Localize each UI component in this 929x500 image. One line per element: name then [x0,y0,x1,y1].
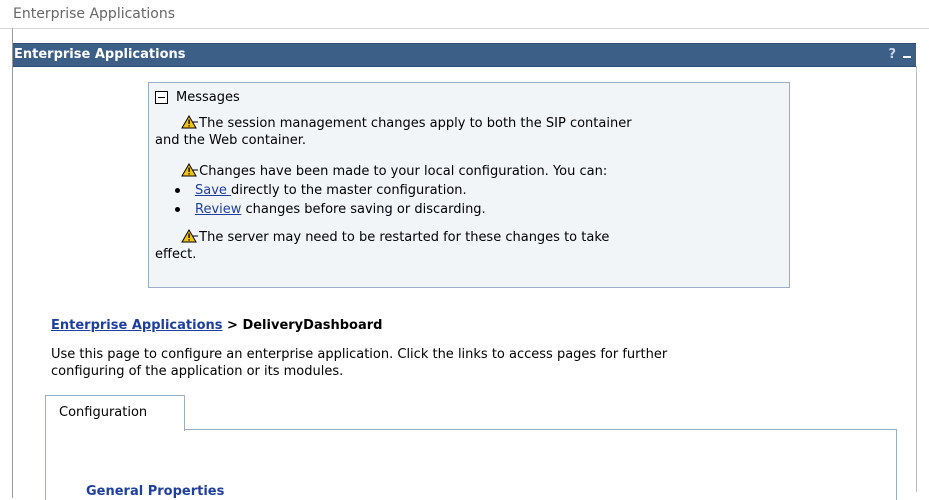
breadcrumb-link-enterprise-applications[interactable]: Enterprise Applications [51,318,223,333]
message-2-text: Changes have been made to your local con… [199,164,608,179]
message-2-options: Save directly to the master configuratio… [171,181,486,219]
list-item: Review changes before saving or discardi… [171,200,486,219]
list-item: Save directly to the master configuratio… [171,181,486,200]
portlet-title: Enterprise Applications [14,47,186,62]
breadcrumb-current: DeliveryDashboard [242,318,383,333]
message-3-line1: The server may need to be restarted for … [199,230,610,245]
page-description: Use this page to configure an enterprise… [51,346,901,380]
messages-header[interactable]: Messages [155,89,240,105]
review-link-description: changes before saving or discarding. [241,202,486,217]
help-icon[interactable]: ? [888,47,896,62]
top-title-bar: Enterprise Applications [0,0,929,29]
minimize-icon[interactable] [900,47,913,63]
top-title: Enterprise Applications [13,6,175,22]
messages-label: Messages [176,89,240,105]
collapse-icon[interactable] [155,90,168,104]
message-1-line2: and the Web container. [155,133,307,148]
message-1: The session management changes apply to … [155,115,775,149]
tab-configuration[interactable]: Configuration [45,395,185,431]
page-description-line2: configuring of the application or its mo… [51,364,344,379]
message-3-line2: effect. [155,247,197,262]
tab-configuration-label: Configuration [59,405,148,420]
save-link[interactable]: Save [195,183,231,198]
page-description-line1: Use this page to configure an enterprise… [51,347,668,362]
warning-icon [181,115,199,129]
breadcrumb: Enterprise Applications > DeliveryDashbo… [51,318,382,333]
warning-icon [181,229,199,243]
portlet-header: Enterprise Applications ? [13,43,916,67]
messages-panel: Messages The session management changes … [148,82,790,288]
message-3: The server may need to be restarted for … [155,229,775,263]
message-2: Changes have been made to your local con… [155,163,775,180]
breadcrumb-separator: > [222,318,243,333]
save-link-description: directly to the master configuration. [231,183,467,198]
warning-icon [181,163,199,177]
message-1-line1: The session management changes apply to … [199,116,632,131]
review-link[interactable]: Review [195,202,241,217]
